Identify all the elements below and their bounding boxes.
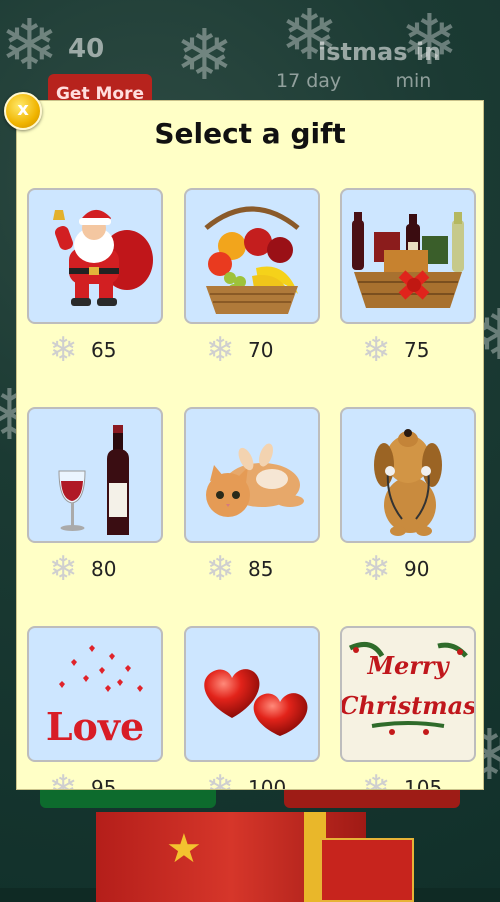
snowflake-icon: ❄ xyxy=(361,330,391,370)
gift-item-merry-christmas[interactable]: Merry Christmas ❄ 105 xyxy=(340,626,480,789)
gift-card[interactable]: Merry Christmas xyxy=(340,626,476,762)
gift-card[interactable] xyxy=(184,407,320,543)
star-icon: ★ xyxy=(166,826,202,872)
hearts-icon xyxy=(204,669,308,736)
gift-card[interactable] xyxy=(27,407,163,543)
close-button[interactable]: x xyxy=(4,92,42,130)
gift-box-illustration xyxy=(320,838,414,902)
love-icon: Love xyxy=(46,645,144,749)
gift-card[interactable] xyxy=(184,188,320,324)
snowflake-icon: ❄ xyxy=(361,768,391,790)
fruit-basket-icon xyxy=(204,206,300,314)
snowflake-icon: ❄ xyxy=(0,4,59,86)
gift-item-wine[interactable]: ❄ 80 xyxy=(27,407,167,587)
gift-item-fruit-basket[interactable]: ❄ 70 xyxy=(184,188,324,368)
gift-card[interactable] xyxy=(27,188,163,324)
snowflake-icon: ❄ xyxy=(205,768,235,790)
gift-price: 65 xyxy=(91,338,117,362)
gift-selection-dialog: Select a gift ❄ 65 ❄ 70 ❄ 75 ❄ 80 ❄ 85 ❄… xyxy=(16,100,484,790)
wine-gift-basket-icon xyxy=(352,212,464,308)
gift-item-wine-gift-basket[interactable]: ❄ 75 xyxy=(340,188,480,368)
gift-price: 90 xyxy=(404,557,430,581)
gift-price: 80 xyxy=(91,557,117,581)
gift-price: 75 xyxy=(404,338,430,362)
puppy-icon xyxy=(374,429,442,536)
gift-price: 85 xyxy=(248,557,274,581)
wine-bottle-icon xyxy=(58,425,129,535)
snowflake-icon: ❄ xyxy=(361,549,391,589)
gift-price: 105 xyxy=(404,776,443,790)
gift-card[interactable] xyxy=(340,188,476,324)
gift-card[interactable]: Love xyxy=(27,626,163,762)
gift-item-puppy[interactable]: ❄ 90 xyxy=(340,407,480,587)
gift-card[interactable] xyxy=(184,626,320,762)
gift-price: 95 xyxy=(91,776,117,790)
merry-text: Merry xyxy=(366,651,450,680)
countdown-title: istmas in xyxy=(318,38,442,66)
merry-christmas-icon: Merry Christmas xyxy=(342,641,474,735)
gift-item-kitten[interactable]: ❄ 85 xyxy=(184,407,324,587)
gift-card[interactable] xyxy=(340,407,476,543)
christmas-text: Christmas xyxy=(342,691,474,720)
snowflake-icon: ❄ xyxy=(48,549,78,589)
snowflake-icon: ❄ xyxy=(205,549,235,589)
snowflake-icon: ❄ xyxy=(48,768,78,790)
gift-item-love[interactable]: Love ❄ 95 xyxy=(27,626,167,789)
score-label: 40 xyxy=(68,34,105,64)
dialog-title: Select a gift xyxy=(154,117,346,150)
gift-price: 70 xyxy=(248,338,274,362)
snowflake-icon: ❄ xyxy=(175,14,234,96)
countdown-text: 17 day min xyxy=(276,70,432,92)
gift-item-hearts[interactable]: ❄ 100 xyxy=(184,626,324,789)
gift-price: 100 xyxy=(248,776,287,790)
love-text: Love xyxy=(46,704,144,749)
kitten-icon xyxy=(206,443,304,517)
snowflake-icon: ❄ xyxy=(48,330,78,370)
snowflake-icon: ❄ xyxy=(205,330,235,370)
gift-item-santa[interactable]: ❄ 65 xyxy=(27,188,167,368)
santa-icon xyxy=(53,209,153,306)
